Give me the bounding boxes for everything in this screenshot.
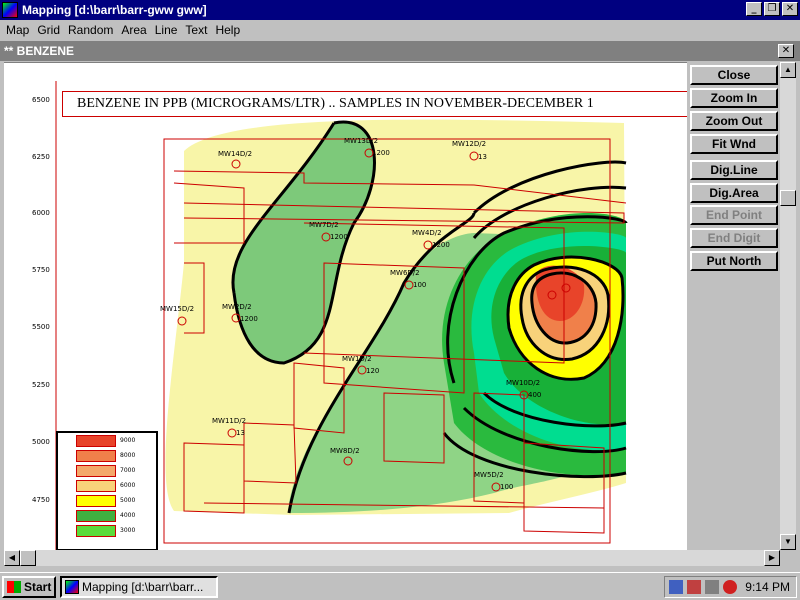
legend-swatch [76,435,116,447]
svg-text:13: 13 [478,153,487,161]
legend-swatch [76,525,116,537]
mapping-app-icon [65,580,79,594]
svg-text:MW14D/2: MW14D/2 [218,150,252,158]
child-window-title: ** BENZENE [4,44,75,58]
legend-label: 4000 [120,512,136,519]
color-legend: 9000 8000 7000 6000 5000 4000 3000 [56,431,158,550]
app-icon[interactable] [2,2,18,18]
windows-logo-icon [7,581,21,593]
start-button[interactable]: Start [2,576,56,598]
menu-random[interactable]: Random [68,23,113,37]
svg-text:MW8D/2: MW8D/2 [330,447,360,455]
legend-swatch [76,495,116,507]
vertical-scroll-thumb[interactable] [780,190,796,206]
legend-label: 7000 [120,467,136,474]
svg-text:MW12D/2: MW12D/2 [452,140,486,148]
system-tray: 9:14 PM [664,576,797,598]
dig-line-button[interactable]: Dig.Line [690,160,778,180]
minimize-button[interactable]: _ [746,2,762,16]
scroll-right-arrow[interactable]: ▶ [764,550,780,566]
zoom-in-button[interactable]: Zoom In [690,88,778,108]
volume-icon[interactable] [705,580,719,594]
restore-button[interactable]: ❐ [764,2,780,16]
fit-window-button[interactable]: Fit Wnd [690,134,778,154]
svg-text:400: 400 [528,391,541,399]
menu-line[interactable]: Line [155,23,178,37]
svg-text:MW15D/2: MW15D/2 [160,305,194,313]
legend-label: 5000 [120,497,136,504]
zoom-out-button[interactable]: Zoom Out [690,111,778,131]
tool-panel: Close Zoom In Zoom Out Fit Wnd Dig.Line … [687,62,780,550]
svg-text:100: 100 [500,483,513,491]
taskbar-mapping-button[interactable]: Mapping [d:\barr\barr... [60,576,218,598]
svg-text:1200: 1200 [240,315,258,323]
svg-text:100: 100 [413,281,426,289]
svg-text:MW6D/2: MW6D/2 [390,269,420,277]
svg-text:13: 13 [236,429,245,437]
menu-area[interactable]: Area [121,23,146,37]
horizontal-scrollbar[interactable]: ◀ ▶ [4,550,780,566]
svg-text:120: 120 [366,367,379,375]
close-button[interactable]: Close [690,65,778,85]
legend-label: 8000 [120,452,136,459]
start-label: Start [24,580,52,594]
taskbar: Start Mapping [d:\barr\barr... 9:14 PM [0,572,800,600]
window-title: Mapping [d:\barr\barr-gww gww] [22,3,207,17]
close-window-button[interactable]: ✕ [782,2,798,16]
map-canvas[interactable]: 6500 6250 6000 5750 5500 5250 5000 4750 [4,62,687,550]
svg-text:1200: 1200 [372,149,390,157]
end-point-button[interactable]: End Point [690,205,778,225]
child-window-title-bar[interactable]: ** BENZENE ✕ [0,41,800,61]
legend-label: 3000 [120,527,136,534]
menu-grid[interactable]: Grid [37,23,60,37]
menu-help[interactable]: Help [215,23,240,37]
mapping-window: Mapping [d:\barr\barr-gww gww] _ ❐ ✕ Map… [0,0,800,572]
legend-swatch [76,480,116,492]
legend-label: 9000 [120,437,136,444]
put-north-button[interactable]: Put North [690,251,778,271]
svg-text:MW5D/2: MW5D/2 [474,471,504,479]
scheduler-icon[interactable] [723,580,737,594]
svg-text:MW11D/2: MW11D/2 [212,417,246,425]
svg-text:MW10D/2: MW10D/2 [506,379,540,387]
scroll-down-arrow[interactable]: ▼ [780,534,796,550]
monitor-icon[interactable] [687,580,701,594]
close-child-button[interactable]: ✕ [778,44,794,58]
menu-text[interactable]: Text [185,23,207,37]
menu-bar: Map Grid Random Area Line Text Help [0,20,800,39]
legend-label: 6000 [120,482,136,489]
legend-swatch [76,465,116,477]
svg-text:MW13D/2: MW13D/2 [344,137,378,145]
dig-area-button[interactable]: Dig.Area [690,183,778,203]
vertical-scrollbar[interactable]: ▲ ▼ [780,62,796,550]
legend-swatch [76,450,116,462]
svg-text:MW4D/2: MW4D/2 [412,229,442,237]
title-bar[interactable]: Mapping [d:\barr\barr-gww gww] _ ❐ ✕ [0,0,800,20]
horizontal-scroll-thumb[interactable] [20,550,36,566]
scroll-up-arrow[interactable]: ▲ [780,62,796,78]
svg-text:1200: 1200 [330,233,348,241]
legend-swatch [76,510,116,522]
svg-text:MW7D/2: MW7D/2 [309,221,339,229]
scroll-left-arrow[interactable]: ◀ [4,550,20,566]
svg-text:MW1D/2: MW1D/2 [342,355,372,363]
menu-map[interactable]: Map [6,23,29,37]
map-title: BENZENE IN PPB (MICROGRAMS/LTR) .. SAMPL… [62,91,687,117]
svg-text:MW2D/2: MW2D/2 [222,303,252,311]
svg-text:1200: 1200 [432,241,450,249]
network-icon[interactable] [669,580,683,594]
task-label: Mapping [d:\barr\barr... [82,580,204,594]
clock[interactable]: 9:14 PM [745,580,790,594]
end-digit-button[interactable]: End Digit [690,228,778,248]
